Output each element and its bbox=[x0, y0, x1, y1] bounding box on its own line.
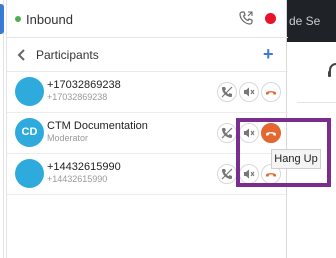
mute-button[interactable] bbox=[239, 82, 259, 102]
speaker-muted-icon bbox=[244, 87, 255, 97]
record-indicator[interactable] bbox=[265, 13, 276, 24]
participant-role: Moderator bbox=[47, 133, 89, 143]
avatar bbox=[15, 77, 44, 106]
avatar bbox=[15, 159, 44, 188]
avatar: CD bbox=[15, 118, 44, 147]
participant-name: +14432615990 bbox=[47, 161, 121, 173]
phone-muted-icon bbox=[221, 168, 233, 180]
call-header: Inbound bbox=[7, 0, 288, 38]
add-participant-button[interactable]: + bbox=[263, 44, 274, 64]
call-status-dot bbox=[15, 16, 21, 22]
sidebar-active-tab[interactable] bbox=[0, 4, 4, 34]
hold-button[interactable] bbox=[217, 164, 237, 184]
background-divider bbox=[297, 102, 336, 103]
hold-button[interactable] bbox=[217, 123, 237, 143]
call-title: Inbound bbox=[26, 12, 73, 27]
participants-title: Participants bbox=[36, 48, 99, 62]
participants-header: Participants + bbox=[7, 38, 288, 72]
phone-muted-icon bbox=[221, 127, 233, 139]
hang-up-tooltip: Hang Up bbox=[271, 149, 321, 169]
phone-muted-icon bbox=[221, 86, 233, 98]
participant-name: CTM Documentation bbox=[47, 120, 148, 132]
hang-up-button[interactable] bbox=[261, 82, 281, 102]
chevron-left-icon[interactable] bbox=[16, 48, 26, 62]
hold-button[interactable] bbox=[217, 82, 237, 102]
left-sidebar bbox=[0, 0, 4, 258]
background-app-text: de Se bbox=[289, 14, 321, 28]
hang-up-icon bbox=[266, 91, 276, 95]
phone-transfer-icon[interactable] bbox=[239, 11, 253, 25]
participant-number: +14432615990 bbox=[47, 174, 108, 184]
participant-number: +17032869238 bbox=[47, 92, 108, 102]
headset-icon[interactable] bbox=[326, 62, 336, 78]
participant-row: +17032869238 +17032869238 bbox=[7, 72, 288, 113]
participant-name: +17032869238 bbox=[47, 79, 121, 91]
